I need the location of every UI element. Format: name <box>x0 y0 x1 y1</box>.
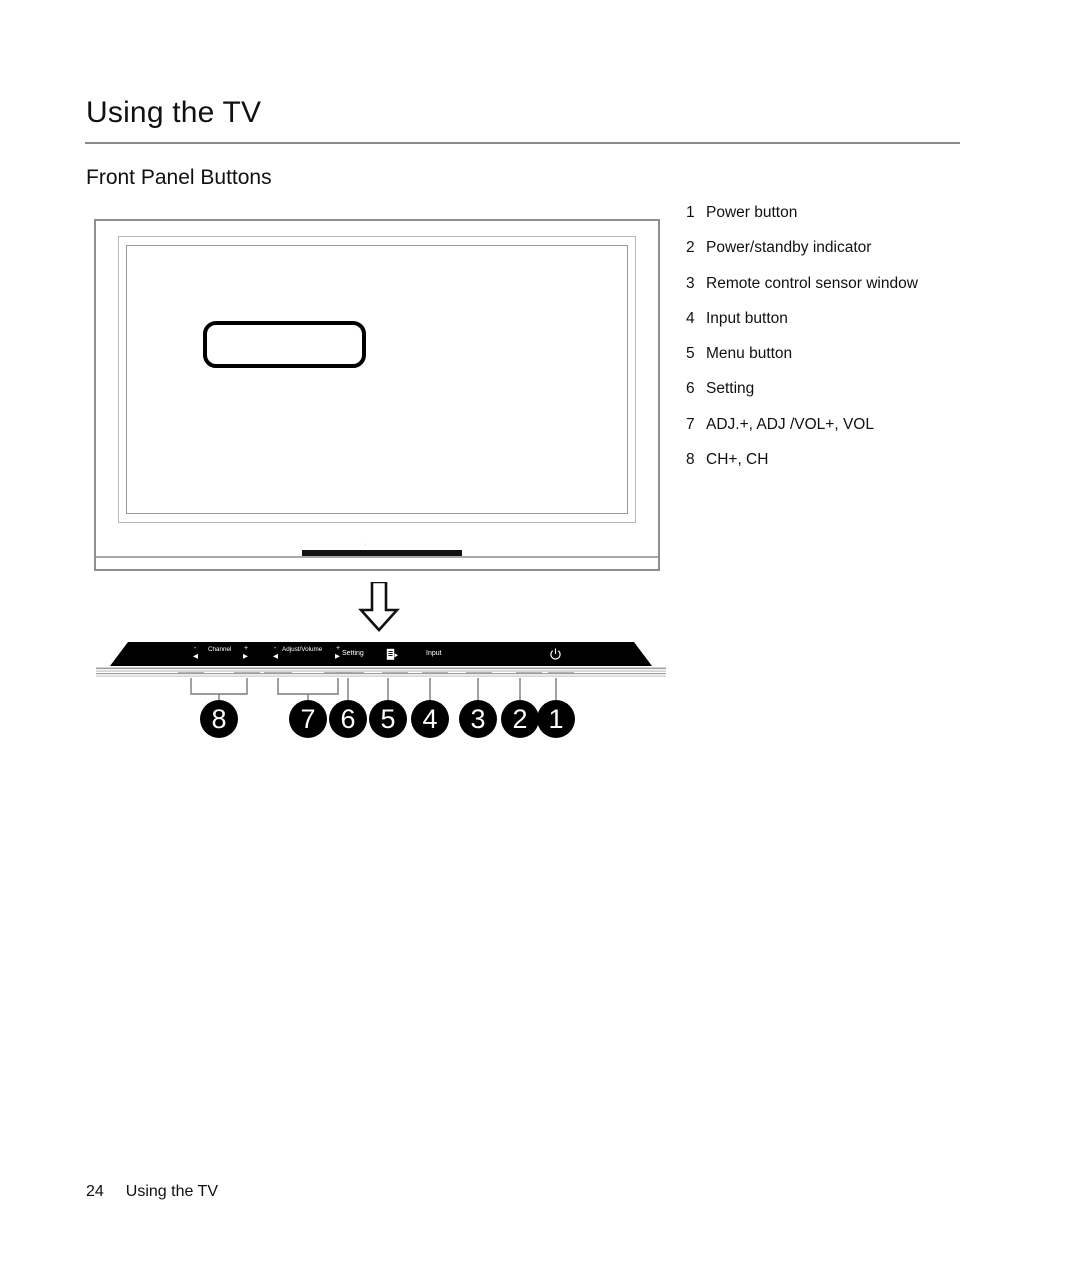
legend-label: Remote control sensor window <box>706 274 918 292</box>
adjust-minus-sign: - <box>274 645 277 652</box>
adjust-left-arrow-icon[interactable]: ◀ <box>273 653 278 661</box>
control-bar-labels: - Channel + ◀ ▶ - Adjust/Volume + ◀ ▶ Se… <box>96 636 666 666</box>
list-item: 3 Remote control sensor window <box>686 275 1006 310</box>
legend-label: Setting <box>706 380 755 398</box>
page-footer: 24 Using the TV <box>86 1183 218 1201</box>
tv-indicator-dots: · · <box>364 541 371 555</box>
callout-bullet-2: 2 <box>501 700 539 738</box>
power-icon[interactable] <box>549 648 562 666</box>
list-item: 6 Setting <box>686 380 1006 415</box>
section-title: Front Panel Buttons <box>86 166 272 189</box>
legend-number: 7 <box>686 415 695 433</box>
channel-label: Channel <box>208 646 232 653</box>
title-divider <box>85 142 960 144</box>
setting-label[interactable]: Setting <box>342 650 364 657</box>
adjust-right-arrow-icon[interactable]: ▶ <box>335 653 340 661</box>
footer-page-number: 24 <box>86 1183 104 1200</box>
list-item: 1 Power button <box>686 204 1006 239</box>
list-item: 5 Menu button <box>686 345 1006 380</box>
legend-label: Input button <box>706 309 788 327</box>
callout-bullet-4: 4 <box>411 700 449 738</box>
legend-label: Menu button <box>706 345 793 363</box>
channel-minus-sign: - <box>194 645 197 652</box>
callout-bullet-7: 7 <box>289 700 327 738</box>
callout-bullet-5: 5 <box>369 700 407 738</box>
list-item: 8 CH+, CH <box>686 451 1006 486</box>
tv-screen-area <box>126 245 628 514</box>
legend-number: 1 <box>686 204 695 221</box>
channel-plus-sign: + <box>244 645 249 652</box>
magnify-arrow-icon <box>355 580 403 634</box>
list-item: 2 Power/standby indicator <box>686 239 1006 274</box>
legend-number: 4 <box>686 309 695 327</box>
legend-number: 5 <box>686 345 695 363</box>
page-title: Using the TV <box>86 96 262 129</box>
tv-front-illustration: · · <box>94 219 660 571</box>
menu-page-icon[interactable] <box>386 648 398 666</box>
callout-bullets: 8 7 6 5 4 3 2 1 <box>96 700 666 746</box>
callout-legend-list: 1 Power button 2 Power/standby indicator… <box>686 204 1006 486</box>
footer-page-label: Using the TV <box>125 1183 218 1200</box>
legend-label: ADJ.+, ADJ /VOL+, VOL <box>706 415 874 433</box>
channel-down-arrow-icon[interactable]: ◀ <box>193 653 198 661</box>
legend-number: 6 <box>686 380 695 398</box>
list-item: 7 ADJ.+, ADJ /VOL+, VOL <box>686 416 1006 451</box>
callout-bullet-1: 1 <box>537 700 575 738</box>
legend-number: 3 <box>686 274 695 292</box>
adjust-volume-label: Adjust/Volume <box>282 646 323 653</box>
legend-number: 8 <box>686 451 695 469</box>
adjust-plus-sign: + <box>336 645 341 652</box>
channel-up-arrow-icon[interactable]: ▶ <box>243 653 248 661</box>
callout-bullet-8: 8 <box>200 700 238 738</box>
tv-base-edge <box>96 556 658 558</box>
callout-bullet-6: 6 <box>329 700 367 738</box>
input-label[interactable]: Input <box>426 650 442 657</box>
callout-bullet-3: 3 <box>459 700 497 738</box>
list-item: 4 Input button <box>686 310 1006 345</box>
legend-label: CH+, CH <box>706 451 769 469</box>
zoom-callout-box <box>203 321 366 368</box>
legend-label: Power/standby indicator <box>706 239 872 257</box>
legend-label: Power button <box>706 204 798 221</box>
legend-number: 2 <box>686 239 695 257</box>
